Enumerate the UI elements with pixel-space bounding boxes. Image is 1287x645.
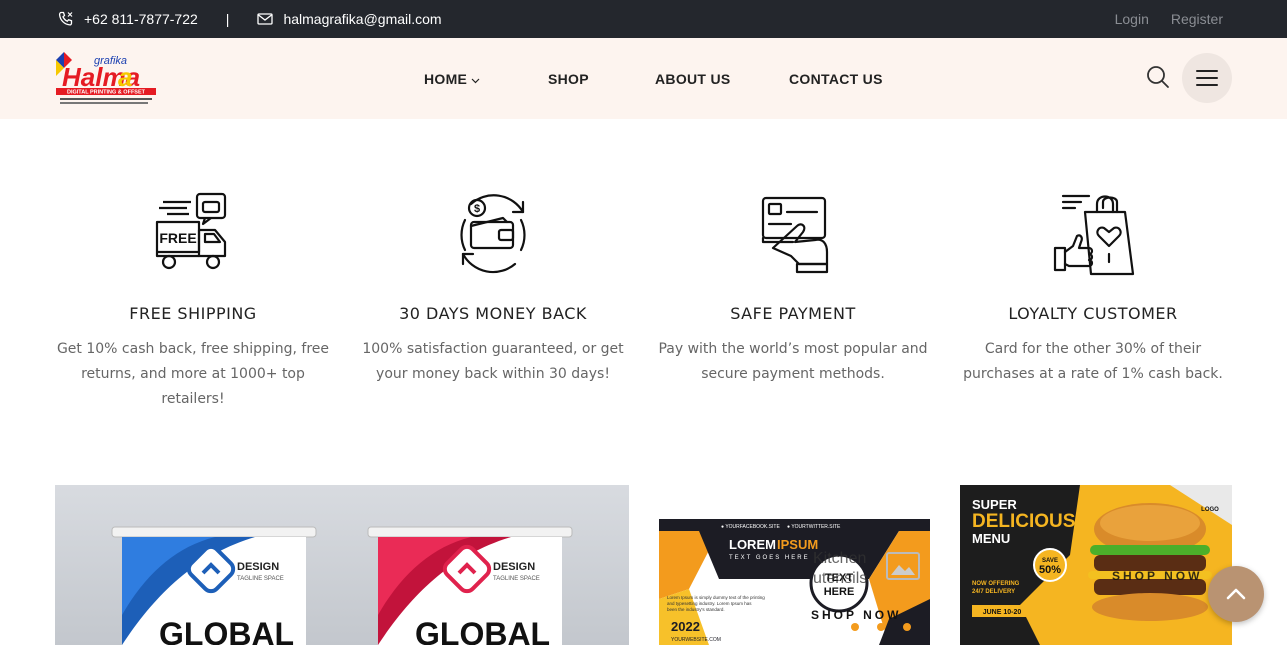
nav-home[interactable]: HOME (424, 71, 548, 87)
svg-text:LOREM: LOREM (729, 537, 776, 552)
svg-text:SHOP NOW: SHOP NOW (811, 608, 901, 622)
svg-text:50%: 50% (1039, 564, 1061, 576)
svg-text:and typesetting industry. Lore: and typesetting industry. Lorem Ipsum ha… (667, 601, 752, 606)
feature-title: LOYALTY CUSTOMER (1008, 304, 1178, 323)
svg-text:HERE: HERE (824, 586, 855, 598)
money-back-wallet-icon: $ (343, 190, 643, 280)
svg-text:SUPER: SUPER (972, 497, 1017, 512)
svg-text:$: $ (474, 203, 480, 215)
banner-flyer[interactable]: ● YOURFACEBOOK.SITE ● YOURTWITTER.SITE L… (659, 519, 930, 645)
site-logo[interactable]: grafika Halma a DIGITAL PRINTING & OFFSE… (54, 50, 158, 108)
mail-icon (257, 12, 274, 26)
loyalty-bag-icon (943, 190, 1243, 280)
top-bar: +62 811-7877-722 | halmagrafika@gmail.co… (0, 0, 1287, 38)
feature-free-shipping: FREE FREE SHIPPING Get 10% cash back, fr… (43, 190, 343, 412)
free-shipping-truck-icon: FREE (43, 190, 343, 280)
chevron-down-icon (471, 71, 480, 87)
svg-text:MENU: MENU (972, 531, 1010, 546)
feature-title: SAFE PAYMENT (730, 304, 856, 323)
feature-desc-line1: Card for the other 30% of their (984, 341, 1202, 357)
feature-desc-line2: returns, and more at 1000+ top retailers… (81, 366, 305, 407)
svg-text:been the industry's standard.: been the industry's standard. (667, 607, 725, 612)
svg-text:JUNE 10-20: JUNE 10-20 (983, 609, 1022, 616)
rollup-design-text: DESIGN (237, 561, 279, 573)
svg-text:24/7 DELIVERY: 24/7 DELIVERY (972, 589, 1015, 595)
feature-desc-line2: your money back within 30 days! (376, 366, 610, 382)
search-icon (1147, 66, 1169, 88)
svg-text:YOURWEBSITE.COM: YOURWEBSITE.COM (671, 637, 721, 643)
rollup-tagline-text: TAGLINE SPACE (237, 576, 284, 582)
svg-text:DIGITAL PRINTING & OFFSET: DIGITAL PRINTING & OFFSET (67, 90, 146, 96)
nav-shop-label: SHOP (548, 70, 589, 87)
banner-food[interactable]: LOGO SUPER DELICIOUS MENU SAVE 50% NOW O… (960, 485, 1232, 645)
feature-title: FREE SHIPPING (129, 304, 257, 323)
svg-text:Kitchen: Kitchen (813, 550, 866, 567)
svg-text:DESIGN: DESIGN (493, 561, 535, 573)
feature-desc-line2: secure payment methods. (701, 366, 885, 382)
svg-text:FREE: FREE (159, 230, 196, 246)
contact-info: +62 811-7877-722 | halmagrafika@gmail.co… (58, 0, 442, 38)
login-link[interactable]: Login (1115, 11, 1149, 27)
svg-text:NOW OFFERING: NOW OFFERING (972, 581, 1020, 587)
feature-description: Pay with the world’s most popular and sec… (653, 337, 933, 387)
nav-home-label: HOME (424, 70, 468, 87)
feature-desc-line2: purchases at a rate of 1% cash back. (963, 366, 1223, 382)
svg-text:IPSUM: IPSUM (777, 537, 818, 552)
search-button[interactable] (1145, 64, 1171, 90)
svg-text:utensils: utensils (813, 570, 867, 587)
svg-text:SHOP NOW: SHOP NOW (1112, 569, 1202, 583)
svg-text:DELICIOUS: DELICIOUS (972, 511, 1075, 532)
nav-shop[interactable]: SHOP (548, 71, 655, 87)
feature-desc-line1: 100% satisfaction guaranteed, or get (362, 341, 624, 357)
main-header: grafika Halma a DIGITAL PRINTING & OFFSE… (0, 38, 1287, 119)
scroll-to-top-button[interactable] (1208, 566, 1264, 622)
svg-text:LOGO: LOGO (1201, 507, 1219, 513)
feature-description: 100% satisfaction guaranteed, or get your… (353, 337, 633, 387)
svg-text:● YOURTWITTER.SITE: ● YOURTWITTER.SITE (787, 524, 841, 530)
svg-text:● YOURFACEBOOK.SITE: ● YOURFACEBOOK.SITE (721, 524, 780, 530)
menu-button[interactable] (1182, 53, 1232, 103)
chevron-up-icon (1226, 588, 1246, 600)
hamburger-menu-icon (1196, 70, 1218, 86)
feature-desc-line1: Pay with the world’s most popular and (658, 341, 928, 357)
nav-contact-label: CONTACT US (789, 70, 883, 87)
separator: | (225, 11, 230, 27)
feature-safe-payment: SAFE PAYMENT Pay with the world’s most p… (643, 190, 943, 387)
svg-text:2022: 2022 (671, 619, 700, 634)
svg-text:a: a (118, 62, 132, 92)
svg-text:TAGLINE SPACE: TAGLINE SPACE (493, 576, 540, 582)
svg-text:Lorem Ipsum is simply dummy te: Lorem Ipsum is simply dummy text of the … (667, 595, 765, 600)
email-address[interactable]: halmagrafika@gmail.com (283, 11, 441, 27)
svg-text:TEXT GOES HERE: TEXT GOES HERE (729, 555, 810, 561)
feature-description: Get 10% cash back, free shipping, free re… (53, 337, 333, 412)
card-payment-icon (643, 190, 943, 280)
feature-loyalty-customer: LOYALTY CUSTOMER Card for the other 30% … (943, 190, 1243, 387)
nav-about-us[interactable]: ABOUT US (655, 71, 789, 87)
phone-icon (58, 11, 74, 27)
register-link[interactable]: Register (1171, 11, 1223, 27)
main-nav: HOME SHOP ABOUT US CONTACT US (424, 38, 883, 119)
rollup-big-text: GLOBAL (159, 616, 294, 645)
feature-money-back: $ 30 DAYS MONEY BACK 100% satisfaction g… (343, 190, 643, 387)
nav-about-label: ABOUT US (655, 70, 731, 87)
feature-title: 30 DAYS MONEY BACK (399, 304, 587, 323)
phone-number[interactable]: +62 811-7877-722 (84, 11, 198, 27)
feature-description: Card for the other 30% of their purchases… (953, 337, 1233, 387)
banner-rollup[interactable]: DESIGN TAGLINE SPACE GLOBAL DESIGN TAGLI… (55, 485, 629, 645)
nav-contact-us[interactable]: CONTACT US (789, 71, 883, 87)
auth-links: Login Register (1115, 0, 1223, 38)
svg-text:GLOBAL: GLOBAL (415, 616, 550, 645)
feature-desc-line1: Get 10% cash back, free shipping, free (56, 341, 330, 357)
